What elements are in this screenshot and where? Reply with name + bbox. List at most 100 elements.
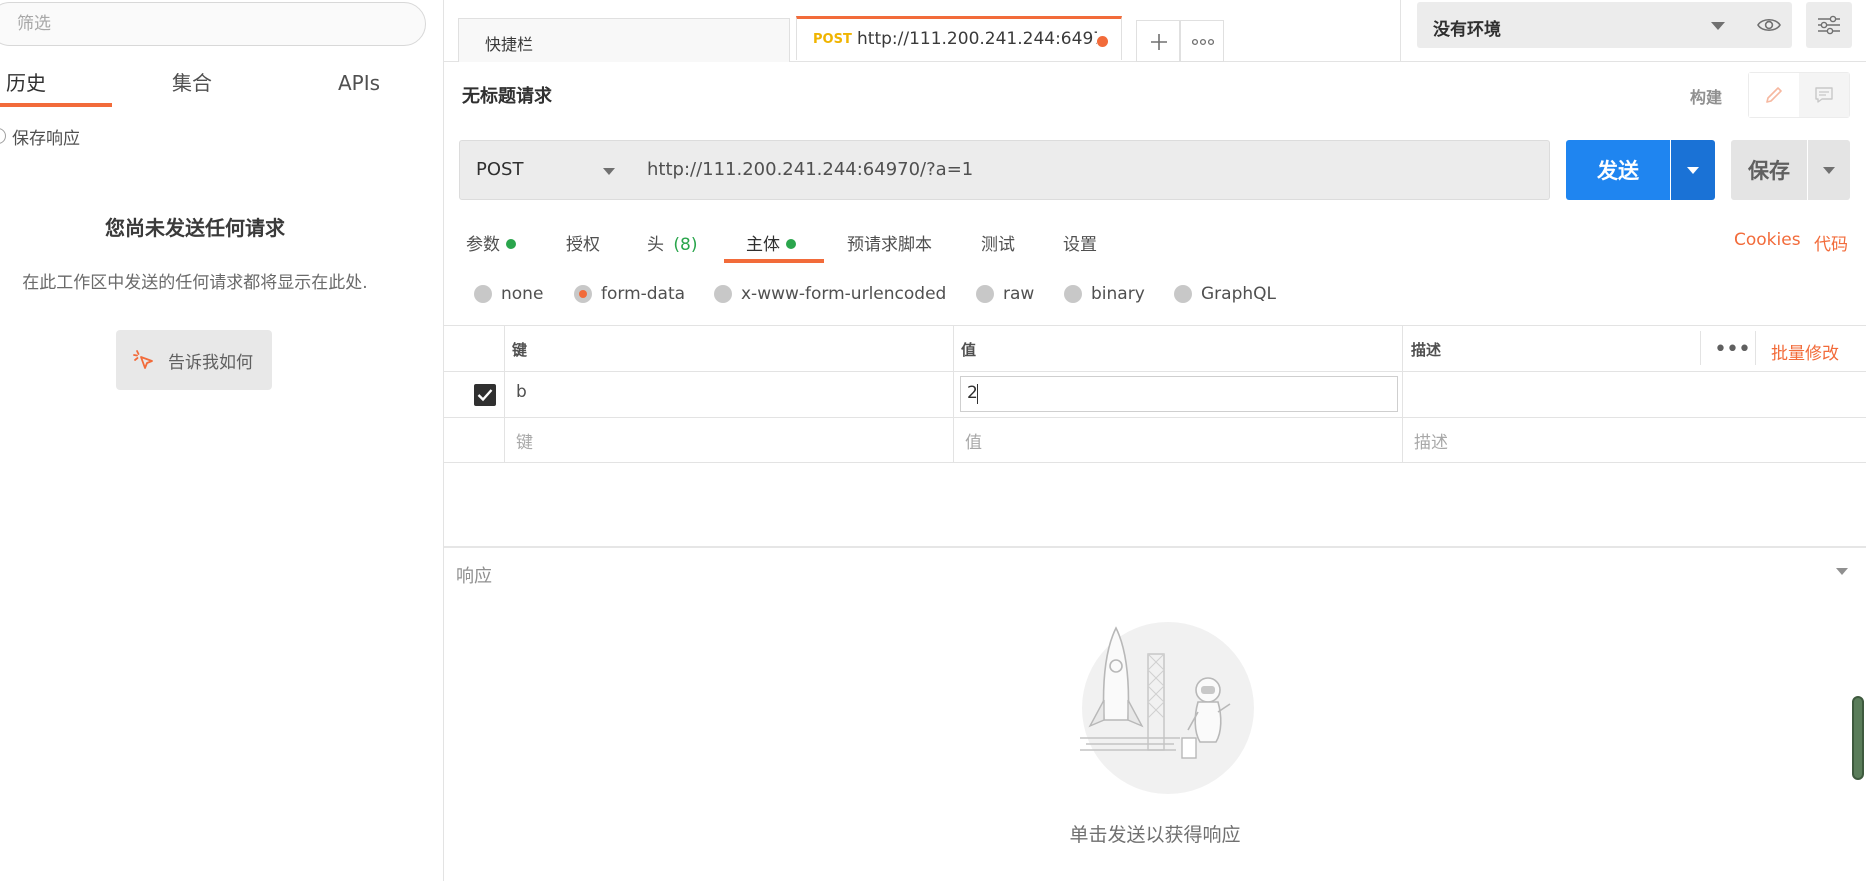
eye-icon (1757, 18, 1781, 32)
headers-count: (8) (673, 235, 698, 255)
active-dot-icon (506, 239, 516, 249)
tab-method-badge: POST (813, 32, 852, 47)
request-title[interactable]: 无标题请求 (462, 82, 552, 108)
tab-tests[interactable]: 测试 (981, 230, 1015, 255)
body-mode-label: none (501, 284, 544, 304)
chevron-down-icon (1711, 22, 1725, 30)
column-header-description: 描述 (1411, 341, 1442, 359)
column-divider (504, 325, 505, 463)
radio-selected-icon (574, 285, 592, 303)
column-header-value: 值 (961, 341, 977, 359)
body-mode-label: form-data (601, 284, 686, 304)
form-data-table: 键 值 描述 ••• 批量修改 b 2 键 值 描述 (444, 325, 1866, 463)
radio-icon (714, 285, 732, 303)
response-title: 响应 (456, 566, 492, 587)
cookies-link[interactable]: Cookies (1734, 230, 1801, 250)
tab-authorization[interactable]: 授权 (566, 230, 600, 255)
tab-quick-bar[interactable]: 快捷栏 (458, 18, 790, 62)
request-tab-bar: 快捷栏 POST http://111.200.241.244:64970/..… (444, 0, 1400, 62)
tab-body[interactable]: 主体 (746, 230, 796, 255)
new-key-placeholder[interactable]: 键 (516, 428, 533, 453)
tab-history[interactable]: 历史 (6, 68, 112, 108)
table-divider (444, 417, 1866, 418)
tab-url-label: http://111.200.241.244:64970/... (857, 29, 1097, 49)
table-divider (444, 462, 1866, 463)
column-divider (953, 325, 954, 463)
environment-bar: 没有环境 (1400, 0, 1866, 62)
environment-select[interactable]: 没有环境 (1417, 2, 1751, 48)
tab-apis[interactable]: APIs (338, 68, 380, 108)
save-options-button[interactable] (1808, 140, 1850, 200)
save-responses-toggle[interactable] (0, 128, 6, 144)
sliders-icon (1818, 15, 1840, 35)
more-horizontal-icon (1192, 38, 1214, 46)
response-empty-hint: 单击发送以获得响应 (1069, 824, 1241, 846)
more-tabs-button[interactable] (1180, 20, 1224, 62)
tab-active-request[interactable]: POST http://111.200.241.244:64970/... (796, 16, 1122, 60)
text-cursor (977, 384, 978, 404)
send-options-button[interactable] (1671, 140, 1715, 200)
unsaved-dot-icon (1097, 36, 1108, 47)
tell-me-how-label: 告诉我如何 (168, 353, 253, 373)
tab-settings[interactable]: 设置 (1063, 230, 1097, 255)
save-button-label: 保存 (1748, 159, 1790, 183)
row-key[interactable]: b (516, 382, 527, 402)
tab-headers[interactable]: 头 (8) (647, 230, 698, 255)
column-header-key: 键 (512, 341, 528, 359)
row-value-input[interactable]: 2 (960, 376, 1398, 412)
method-select[interactable]: POST (459, 140, 633, 200)
save-button[interactable]: 保存 (1731, 140, 1807, 200)
sidebar: 筛选 历史 集合 APIs 保存响应 您尚未发送任何请求 在此工作区中发送的任何… (0, 0, 444, 881)
manage-environments-button[interactable] (1806, 2, 1852, 48)
bulk-edit-link[interactable]: 批量修改 (1771, 339, 1839, 364)
save-responses-label: 保存响应 (12, 129, 80, 149)
scrollbar-thumb[interactable] (1852, 696, 1864, 780)
send-button-label: 发送 (1597, 159, 1639, 183)
empty-history-description: 在此工作区中发送的任何请求都将显示在此处. (22, 273, 368, 293)
tab-params-label: 参数 (466, 235, 500, 255)
tab-params[interactable]: 参数 (466, 230, 516, 255)
active-dot-icon (786, 239, 796, 249)
url-value: http://111.200.241.244:64970/?a=1 (647, 159, 974, 180)
rocket-astronaut-illustration (1080, 622, 1254, 794)
environment-selected-label: 没有环境 (1433, 20, 1501, 40)
add-tab-button[interactable] (1136, 20, 1180, 62)
row-enabled-checkbox[interactable] (474, 384, 496, 406)
column-divider (1755, 331, 1756, 365)
check-icon (477, 389, 493, 402)
send-button[interactable]: 发送 (1566, 140, 1670, 200)
empty-history-title: 您尚未发送任何请求 (105, 216, 285, 240)
url-input[interactable]: http://111.200.241.244:64970/?a=1 (632, 140, 1550, 200)
mode-toggle-group (1748, 72, 1850, 118)
radio-icon (976, 285, 994, 303)
new-description-placeholder[interactable]: 描述 (1414, 428, 1448, 453)
tab-body-label: 主体 (746, 235, 780, 255)
column-divider (1402, 325, 1403, 463)
body-mode-label: GraphQL (1201, 284, 1276, 304)
response-resize-handle[interactable] (444, 546, 1866, 548)
build-mode-label: 构建 (1690, 88, 1723, 107)
tell-me-how-button[interactable]: 告诉我如何 (116, 330, 272, 390)
new-value-placeholder[interactable]: 值 (965, 428, 982, 453)
chevron-down-icon (1687, 167, 1699, 174)
active-tab-indicator (724, 259, 824, 263)
edit-mode-button[interactable] (1749, 73, 1799, 117)
environment-quick-look-button[interactable] (1746, 2, 1792, 48)
method-selected-label: POST (476, 159, 524, 180)
tab-prerequest-script[interactable]: 预请求脚本 (847, 230, 932, 255)
tab-collections[interactable]: 集合 (172, 68, 212, 108)
table-options-button[interactable]: ••• (1714, 337, 1751, 362)
pencil-icon (1766, 87, 1782, 103)
table-divider (444, 325, 1866, 326)
cursor-click-icon (133, 350, 153, 369)
chevron-down-icon[interactable] (1836, 568, 1848, 575)
chevron-down-icon (603, 168, 615, 175)
body-mode-label: binary (1091, 284, 1145, 304)
code-link[interactable]: 代码 (1814, 230, 1848, 255)
body-mode-label: x-www-form-urlencoded (741, 284, 947, 304)
table-divider (444, 371, 1866, 372)
tab-quick-bar-label: 快捷栏 (485, 35, 534, 54)
filter-input[interactable]: 筛选 (0, 2, 426, 46)
comments-button[interactable] (1799, 73, 1849, 117)
plus-icon (1151, 34, 1167, 50)
